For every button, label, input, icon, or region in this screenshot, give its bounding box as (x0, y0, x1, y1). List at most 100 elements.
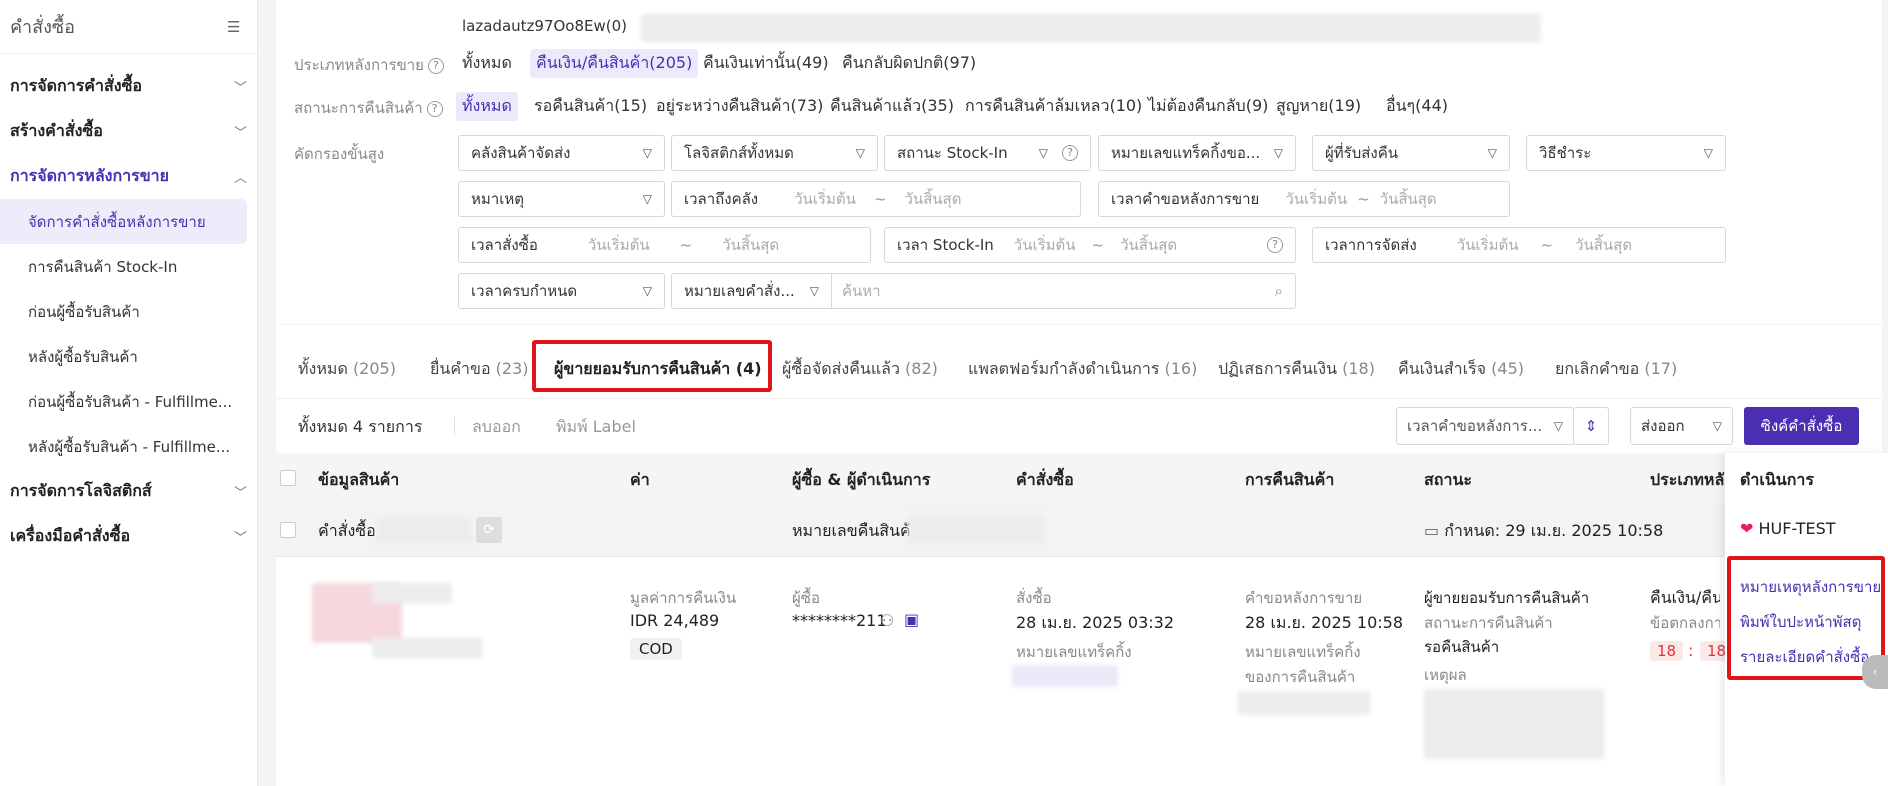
warehouse-select[interactable]: คลังสินค้าจัดส่ง ▽ (458, 135, 665, 171)
payment-tag: COD (630, 638, 682, 660)
chevron-down-icon: ▽ (1703, 146, 1713, 160)
orders-table: ข้อมูลสินค้า ค่า ผู้ซื้อ & ผู้ดำเนินการ … (276, 453, 1882, 786)
tab-refund-success[interactable]: คืนเงินสำเร็จ (45) (1398, 357, 1524, 382)
action-column: ดำเนินการ ❤ HUF-TEST หมายเหตุหลังการขาย … (1725, 453, 1888, 786)
sidebar-item-manage-aftersale[interactable]: จัดการคำสั่งซื้อหลังการขาย (0, 199, 247, 244)
chevron-down-icon: ▽ (642, 192, 652, 206)
calendar-icon: ▭ (1424, 521, 1440, 540)
filter-panel: lazadautz97Oo8Ew(0) ประเภทหลังการขาย? ทั… (276, 0, 1882, 324)
chevron-up-icon: ︿ (233, 171, 247, 186)
stockin-time-range[interactable]: เวลา Stock-In วันเริ่มต้น ~ วันสิ้นสุด? (884, 227, 1296, 263)
store-option[interactable]: lazadautz97Oo8Ew(0) (462, 17, 627, 35)
tab-refund-rejected[interactable]: ปฏิเสธการคืนเงิน (18) (1218, 357, 1375, 382)
return-status-other[interactable]: อื่นๆ(44) (1386, 94, 1448, 119)
heart-icon: ❤ (1740, 519, 1754, 538)
header-status: สถานะ (1424, 470, 1472, 489)
blurred-return-number (908, 515, 1044, 543)
sync-icon[interactable]: ⟳ (476, 517, 502, 543)
aftersale-type-label: ประเภทหลังการขาย? (294, 53, 444, 77)
header-buyer: ผู้ซื้อ & ผู้ดำเนินการ (792, 470, 931, 489)
aftersale-type-abnormal[interactable]: คืนกลับผิดปกติ(97) (842, 51, 976, 76)
sidebar-item-before-receive-fulfillment[interactable]: ก่อนผู้ซื้อรับสินค้า - Fulfillme... (0, 379, 257, 424)
return-status-failed[interactable]: การคืนสินค้าล้มเหลว(10) (965, 94, 1142, 119)
sidebar-group-create-order[interactable]: สร้างคำสั่งซื้อ ﹀ (0, 109, 257, 154)
sidebar-group-label: การจัดการโลจิสติกส์ (10, 481, 152, 500)
chevron-down-icon: ﹀ (233, 531, 247, 546)
print-label-button[interactable]: พิมพ์ Label (556, 415, 636, 440)
order-tracking-label: หมายเลขแทร็คกิ้ง (1016, 643, 1132, 661)
ship-time-range[interactable]: เวลาการจัดส่ง วันเริ่มต้น ~ วันสิ้นสุด (1312, 227, 1726, 263)
help-icon: ? (1062, 145, 1078, 161)
header-product: ข้อมูลสินค้า (318, 470, 400, 489)
select-all-checkbox[interactable] (280, 470, 296, 486)
sidebar-group-label: การจัดการหลังการขาย (10, 166, 170, 185)
tab-all[interactable]: ทั้งหมด (205) (298, 357, 396, 382)
tracking-select[interactable]: หมายเลขแทร็คกิ้งขอ... ▽ (1098, 135, 1296, 171)
tab-platform-processing[interactable]: แพลตฟอร์มกำลังดำเนินการ (16) (968, 357, 1197, 382)
export-select[interactable]: ส่งออก ▽ (1630, 407, 1733, 445)
return-status-lost[interactable]: สูญหาย(19) (1276, 94, 1361, 119)
sidebar-item-label: จัดการคำสั่งซื้อหลังการขาย (28, 212, 206, 231)
return-status-value: รอคืนสินค้า (1424, 638, 1500, 656)
stockin-status-select[interactable]: สถานะ Stock-In ▽? (884, 135, 1091, 171)
delete-button[interactable]: ลบออก (472, 415, 521, 440)
return-receiver-select[interactable]: ผู้ที่รับส่งคืน ▽ (1312, 135, 1510, 171)
sidebar-item-label: การคืนสินค้า Stock-In (28, 257, 178, 276)
tab-requested[interactable]: ยื่นคำขอ (23) (430, 357, 528, 382)
tab-cancelled[interactable]: ยกเลิกคำขอ (17) (1555, 357, 1677, 382)
sort-order-icon[interactable]: ⇕ (1573, 407, 1609, 445)
chevron-down-icon: ▽ (1553, 419, 1563, 433)
collapse-handle-icon[interactable]: ‹ (1862, 655, 1888, 689)
sidebar-group-order-management[interactable]: การจัดการคำสั่งซื้อ ﹀ (0, 64, 257, 109)
payment-select[interactable]: วิธีชำระ ▽ (1526, 135, 1726, 171)
search-input[interactable]: ค้นหา (832, 279, 881, 303)
due-time-select[interactable]: เวลาครบกำหนด ▽ (458, 273, 665, 309)
blurred-product-name (372, 583, 452, 603)
user-icon[interactable]: ⚇ (880, 611, 894, 630)
return-status-all[interactable]: ทั้งหมด (456, 92, 518, 121)
order-time-range[interactable]: เวลาสั่งซื้อ วันเริ่มต้น ~ วันสิ้นสุด (458, 227, 871, 263)
reason-select[interactable]: หมาเหตุ ▽ (458, 181, 665, 217)
blurred-return-tracking (1238, 691, 1370, 715)
sidebar-item-after-receive-fulfillment[interactable]: หลังผู้ซื้อรับสินค้า - Fulfillme... (0, 424, 257, 469)
sidebar-item-after-receive[interactable]: หลังผู้ซื้อรับสินค้า (0, 334, 257, 379)
sync-orders-button[interactable]: ซิงค์คำสั่งซื้อ (1744, 407, 1859, 445)
search-icon[interactable]: ⌕ (1275, 282, 1283, 300)
sidebar-group-label: สร้างคำสั่งซื้อ (10, 121, 103, 140)
sidebar-group-order-tools[interactable]: เครื่องมือคำสั่งซื้อ ﹀ (0, 514, 257, 559)
sidebar-item-before-receive[interactable]: ก่อนผู้ซื้อรับสินค้า (0, 289, 257, 334)
advanced-filter-label: คัดกรองขั้นสูง (294, 145, 385, 163)
aftersale-type-refund-return[interactable]: คืนเงิน/คืนสินค้า(205) (530, 49, 699, 78)
order-label: คำสั่งซื้อ (318, 521, 376, 540)
help-icon: ? (427, 57, 444, 74)
warehouse-time-range[interactable]: เวลาถึงคลัง วันเริ่มต้น ~ วันสิ้นสุด (671, 181, 1081, 217)
return-status-waiting[interactable]: รอคืนสินค้า(15) (534, 94, 647, 119)
chevron-down-icon: ▽ (809, 284, 819, 298)
aftersale-type-refund-only[interactable]: คืนเงินเท่านั้น(49) (703, 51, 829, 76)
order-number-select[interactable]: หมายเลขคำสั่ง... ▽ (672, 274, 832, 308)
collapse-icon[interactable]: ☰ (227, 19, 247, 35)
aftersale-type-all[interactable]: ทั้งหมด (462, 51, 512, 76)
order-search-combo[interactable]: หมายเลขคำสั่ง... ▽ ค้นหา ⌕ (671, 273, 1296, 309)
table-header: ข้อมูลสินค้า ค่า ผู้ซื้อ & ผู้ดำเนินการ … (276, 453, 1882, 503)
request-time-range[interactable]: เวลาคำขอหลังการขาย วันเริ่มต้น ~ วันสิ้นสุด (1098, 181, 1510, 217)
row-checkbox[interactable] (280, 522, 296, 538)
return-status-returned[interactable]: คืนสินค้าแล้ว(35) (830, 94, 954, 119)
header-actions: ดำเนินการ (1740, 470, 1814, 489)
logistics-select[interactable]: โลจิสติกส์ทั้งหมด ▽ (671, 135, 878, 171)
chevron-down-icon: ﹀ (233, 81, 247, 96)
sidebar-item-label: หลังผู้ซื้อรับสินค้า (28, 347, 138, 366)
sidebar-group-logistics[interactable]: การจัดการโลจิสติกส์ ﹀ (0, 469, 257, 514)
return-status-no-return[interactable]: ไม่ต้องคืนกลับ(9) (1148, 94, 1268, 119)
sidebar-item-stockin-return[interactable]: การคืนสินค้า Stock-In (0, 244, 257, 289)
help-icon: ? (426, 100, 443, 117)
return-tracking-label: หมายเลขแทร็คกิ้ง (1245, 643, 1361, 661)
tab-buyer-shipped[interactable]: ผู้ซื้อจัดส่งคืนแล้ว (82) (782, 357, 938, 382)
chat-icon[interactable]: ▣ (904, 610, 919, 629)
refund-value: IDR 24,489 (630, 611, 720, 630)
request-time: 28 เม.ย. 2025 10:58 (1245, 613, 1404, 632)
sort-select[interactable]: เวลาคำขอหลังการ... ▽ (1396, 407, 1574, 445)
return-status-in-transit[interactable]: อยู่ระหว่างคืนสินค้า(73) (656, 94, 823, 119)
sidebar-group-aftersale[interactable]: การจัดการหลังการขาย ︿ (0, 154, 257, 199)
total-count: ทั้งหมด 4 รายการ (298, 417, 423, 436)
